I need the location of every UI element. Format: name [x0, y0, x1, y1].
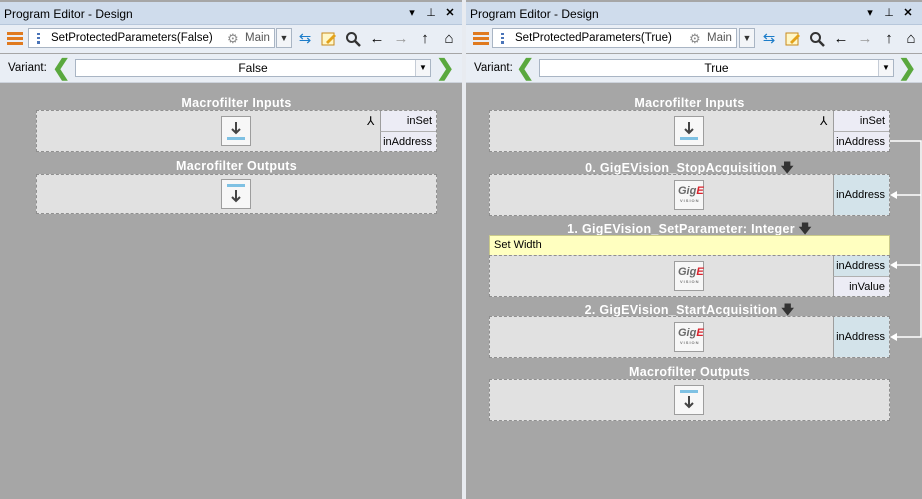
filter-port-inaddress[interactable]: inAddress [833, 175, 889, 215]
thread-label: Main [245, 32, 270, 44]
search-icon[interactable] [342, 28, 364, 50]
close-icon[interactable]: ✕ [442, 5, 458, 21]
next-variant-icon[interactable]: ❯ [436, 57, 454, 79]
previous-variant-icon[interactable]: ❮ [52, 57, 70, 79]
filter-block-stop-acquisition[interactable]: GigE VISION inAddress [489, 174, 890, 216]
filter-port-invalue[interactable]: inValue [833, 276, 889, 296]
input-arrow-icon [674, 116, 704, 146]
input-port-inaddress[interactable]: inAddress [833, 131, 889, 151]
macrofilter-outputs-title: Macrofilter Outputs [629, 365, 750, 379]
filter-block-start-acquisition[interactable]: GigE VISION inAddress [489, 316, 890, 358]
home-icon[interactable]: ⌂ [438, 28, 460, 50]
hamburger-icon[interactable] [4, 28, 26, 50]
macrofilter-outputs-title: Macrofilter Outputs [176, 159, 297, 173]
pin-icon[interactable]: ⊥ [423, 5, 439, 21]
macrofilter-inputs-block[interactable]: ⅄ inSet inAddress [489, 110, 890, 152]
filter-port-inaddress[interactable]: inAddress [833, 256, 889, 276]
collapse-arrow-icon[interactable]: 🡇 [799, 222, 812, 236]
chevron-down-icon: ▼ [415, 60, 430, 76]
macrofilter-inputs-title: Macrofilter Inputs [634, 96, 745, 110]
macrofilter-outputs-block[interactable] [36, 174, 437, 214]
arrow-left-icon[interactable]: ← [366, 28, 388, 50]
macrofilter-outputs-block[interactable] [489, 379, 890, 421]
gige-logo-icon: GigE VISION [674, 180, 704, 210]
gige-logo-icon: GigE VISION [674, 261, 704, 291]
arrow-right-icon[interactable]: → [390, 28, 412, 50]
macrofilter-name: SetProtectedParameters(False) [51, 32, 213, 44]
program-editor-panel-false: Program Editor - Design ▾ ⊥ ✕ SetProtect… [0, 0, 462, 499]
variant-label: Variant: [8, 62, 47, 74]
collapse-arrow-icon[interactable]: 🡇 [781, 161, 794, 175]
macrofilter-dropdown-button[interactable]: ▼ [276, 28, 292, 48]
filter-comment[interactable]: Set Width [489, 235, 890, 256]
variant-select[interactable]: False ▼ [75, 59, 431, 77]
fork-icon[interactable]: ⅄ [820, 114, 827, 128]
window-titlebar: Program Editor - Design ▾ ⊥ ✕ [0, 2, 462, 25]
filter-block-set-parameter[interactable]: GigE VISION inAddress inValue [489, 255, 890, 297]
arrow-up-icon[interactable]: ↑ [414, 28, 436, 50]
macrofilter-icon [37, 33, 40, 44]
window-title: Program Editor - Design [4, 7, 133, 21]
editor-toolbar: SetProtectedParameters(False) ⚙ Main ▼ ⇆… [0, 25, 462, 53]
edit-icon[interactable] [318, 28, 340, 50]
macrofilter-inputs-title: Macrofilter Inputs [181, 96, 292, 110]
output-arrow-icon [674, 385, 704, 415]
window-menu-button[interactable]: ▾ [404, 5, 420, 21]
filter-port-inaddress[interactable]: inAddress [833, 317, 889, 357]
gear-icon: ⚙ [227, 31, 239, 46]
input-arrow-icon [221, 116, 251, 146]
fork-icon[interactable]: ⅄ [367, 114, 374, 128]
program-editor-panel-true: Program Editor - Design ▾ ⊥ ✕ SetProtect… [466, 0, 922, 499]
macrofilter-inputs-block[interactable]: ⅄ inSet inAddress [36, 110, 437, 152]
variant-value: False [238, 61, 268, 75]
output-arrow-icon [221, 179, 251, 209]
input-port-inset[interactable]: inSet [833, 111, 889, 131]
variant-bar: Variant: ❮ False ▼ ❯ [0, 54, 462, 83]
gige-logo-icon: GigE VISION [674, 322, 704, 352]
collapse-arrow-icon[interactable]: 🡇 [781, 303, 794, 317]
macrofilter-selector[interactable]: SetProtectedParameters(False) ⚙ Main [28, 28, 275, 48]
swap-icon[interactable]: ⇆ [294, 28, 316, 50]
input-port-inset[interactable]: inSet [380, 111, 436, 131]
input-port-inaddress[interactable]: inAddress [380, 131, 436, 151]
